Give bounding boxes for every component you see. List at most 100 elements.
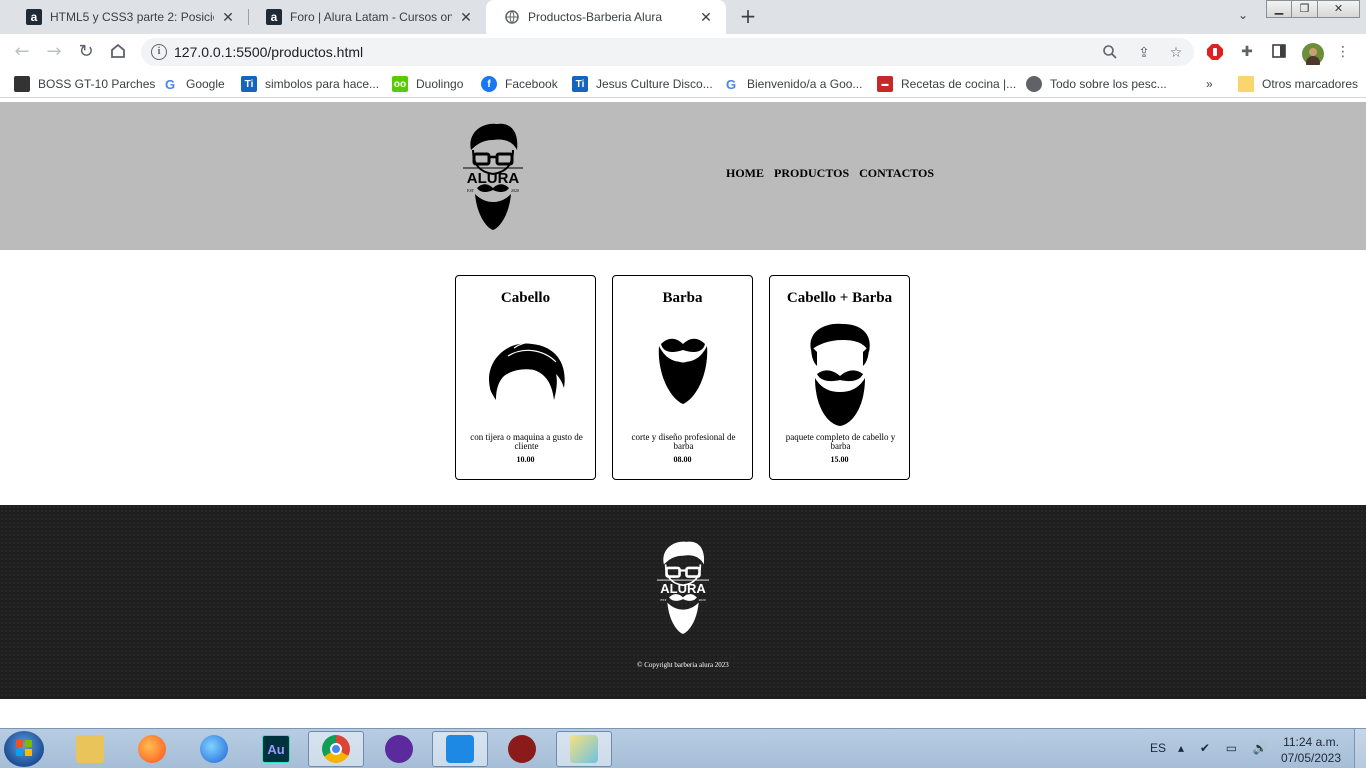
boss-icon: [14, 76, 30, 92]
back-button[interactable]: ←: [12, 42, 32, 62]
bookmark-pesc[interactable]: Todo sobre los pesc...: [1026, 75, 1167, 93]
taskbar-vscode[interactable]: [432, 731, 488, 767]
minimize-button[interactable]: ▁: [1266, 0, 1292, 18]
system-tray[interactable]: ▴ ✔ ▭ 🔊: [1178, 741, 1274, 755]
app-icon: [508, 735, 536, 763]
tab-productos-barberia[interactable]: Productos-Barberia Alura ✕: [486, 0, 726, 34]
svg-text:ALURA: ALURA: [467, 170, 520, 187]
alura-icon: a: [266, 9, 282, 25]
chrome-icon: [322, 735, 350, 763]
svg-text:EST: EST: [660, 598, 667, 602]
menu-home[interactable]: HOME: [726, 166, 764, 181]
site-header: ALURA EST 2020 HOME PRODUCTOS CONTACTOS: [0, 102, 1366, 250]
close-icon[interactable]: ✕: [220, 9, 236, 26]
product-card-cabello-barba[interactable]: Cabello + Barba paquete completo de cabe…: [769, 275, 910, 480]
product-title: Barba: [662, 290, 703, 306]
tab-title: Foro | Alura Latam - Cursos onlin: [290, 10, 452, 24]
google-icon: G: [162, 76, 178, 92]
taskbar-firefox[interactable]: [124, 731, 180, 767]
firefox-dev-icon: [200, 735, 228, 763]
bookmark-google[interactable]: G Google: [162, 75, 225, 93]
product-price: 10.00: [516, 455, 535, 464]
clock-time: 11:24 a.m.: [1283, 735, 1339, 749]
home-button[interactable]: [108, 42, 128, 62]
bookmark-jesus-culture[interactable]: Ti Jesus Culture Disco...: [572, 75, 713, 93]
taskbar-app[interactable]: [494, 731, 550, 767]
tab-html5-css3[interactable]: a HTML5 y CSS3 parte 2: Posiciona ✕: [8, 0, 248, 34]
bookmark-label: BOSS GT-10 Parches: [38, 77, 156, 91]
menu-productos[interactable]: PRODUCTOS: [774, 166, 849, 181]
info-icon[interactable]: i: [151, 44, 167, 60]
language-indicator[interactable]: ES: [1150, 741, 1166, 755]
bookmarks-bar: BOSS GT-10 Parches G Google Ti simbolos …: [0, 70, 1366, 98]
menu-contactos[interactable]: CONTACTOS: [859, 166, 934, 181]
svg-text:2020: 2020: [699, 598, 706, 602]
bookmark-facebook[interactable]: f Facebook: [481, 75, 558, 93]
close-icon[interactable]: ✕: [458, 9, 474, 26]
bookmark-label: Todo sobre los pesc...: [1050, 77, 1167, 91]
taskbar-incognito[interactable]: [371, 731, 427, 767]
taskbar-chrome[interactable]: [308, 731, 364, 767]
folder-icon: [1238, 76, 1254, 92]
browser-toolbar: ← → ↻ i 127.0.0.1:5500/productos.html ⇪ …: [0, 34, 1366, 70]
recipe-icon: ▬: [877, 76, 893, 92]
bookmark-duolingo[interactable]: oo Duolingo: [392, 75, 463, 93]
ti-icon: Ti: [241, 76, 257, 92]
google-icon: G: [723, 76, 739, 92]
beard-icon: [613, 316, 752, 426]
other-bookmarks[interactable]: Otros marcadores: [1238, 75, 1358, 93]
restore-button[interactable]: ❐: [1292, 0, 1318, 18]
hair-beard-icon: [770, 316, 909, 426]
more-bookmarks-button[interactable]: »: [1206, 75, 1213, 93]
close-icon[interactable]: ✕: [698, 9, 714, 26]
avatar[interactable]: [1302, 43, 1324, 70]
show-desktop-button[interactable]: [1354, 729, 1366, 768]
facebook-icon: f: [481, 76, 497, 92]
bookmark-simbolos[interactable]: Ti simbolos para hace...: [241, 75, 379, 93]
alura-icon: a: [26, 9, 42, 25]
page-viewport: ALURA EST 2020 HOME PRODUCTOS CONTACTOS …: [0, 102, 1366, 728]
product-card-barba[interactable]: Barba corte y diseño profesional de barb…: [612, 275, 753, 480]
products-list: Cabello con tijera o maquina a gusto de …: [455, 275, 910, 480]
firefox-icon: [138, 735, 166, 763]
alura-logo[interactable]: ALURA EST 2020: [455, 120, 531, 232]
bookmark-label: Google: [186, 77, 225, 91]
address-bar[interactable]: i 127.0.0.1:5500/productos.html ⇪ ☆: [141, 38, 1194, 66]
site-footer: ALURA EST 2020 © Copyright barberia alur…: [0, 505, 1366, 699]
incognito-icon: [385, 735, 413, 763]
product-price: 08.00: [673, 455, 692, 464]
zoom-icon[interactable]: [1101, 44, 1119, 62]
taskbar-audition[interactable]: Au: [248, 731, 304, 767]
bookmark-recetas[interactable]: ▬ Recetas de cocina |...: [877, 75, 1016, 93]
reload-button[interactable]: ↻: [76, 42, 96, 62]
home-icon: [111, 43, 125, 58]
new-tab-button[interactable]: +: [738, 6, 758, 26]
bookmark-boss[interactable]: BOSS GT-10 Parches: [14, 75, 155, 93]
chevron-down-icon[interactable]: ⌄: [1238, 8, 1248, 22]
bookmark-bienvenido[interactable]: G Bienvenido/a a Goo...: [723, 75, 862, 93]
adblock-icon[interactable]: [1206, 43, 1224, 61]
tab-foro-alura[interactable]: a Foro | Alura Latam - Cursos onlin ✕: [248, 0, 486, 34]
close-window-button[interactable]: ✕: [1318, 0, 1360, 18]
explorer-icon: [76, 735, 104, 763]
bookmark-label: Otros marcadores: [1262, 77, 1359, 91]
clock[interactable]: 11:24 a.m. 07/05/2023: [1278, 734, 1344, 766]
taskbar-explorer[interactable]: [62, 731, 118, 767]
globe-icon: [1026, 76, 1042, 92]
main-menu: HOME PRODUCTOS CONTACTOS: [726, 166, 934, 181]
taskbar: Au ES ▴ ✔ ▭ 🔊 11:24 a.m. 07/05/2023: [0, 728, 1366, 768]
taskbar-firefox-dev[interactable]: [186, 731, 242, 767]
forward-button[interactable]: →: [44, 42, 64, 62]
alura-logo-footer: ALURA EST 2020: [656, 541, 710, 634]
windows-logo-icon: [16, 740, 32, 756]
menu-icon[interactable]: ⋮: [1334, 43, 1352, 61]
sidepanel-icon[interactable]: [1270, 43, 1288, 61]
tab-title: Productos-Barberia Alura: [528, 10, 663, 24]
product-card-cabello[interactable]: Cabello con tijera o maquina a gusto de …: [455, 275, 596, 480]
share-icon[interactable]: ⇪: [1135, 44, 1153, 62]
star-icon[interactable]: ☆: [1167, 44, 1185, 62]
puzzle-icon[interactable]: ✚: [1238, 43, 1256, 61]
start-button[interactable]: [4, 731, 44, 767]
paint-icon: [570, 735, 598, 763]
taskbar-paint[interactable]: [556, 731, 612, 767]
